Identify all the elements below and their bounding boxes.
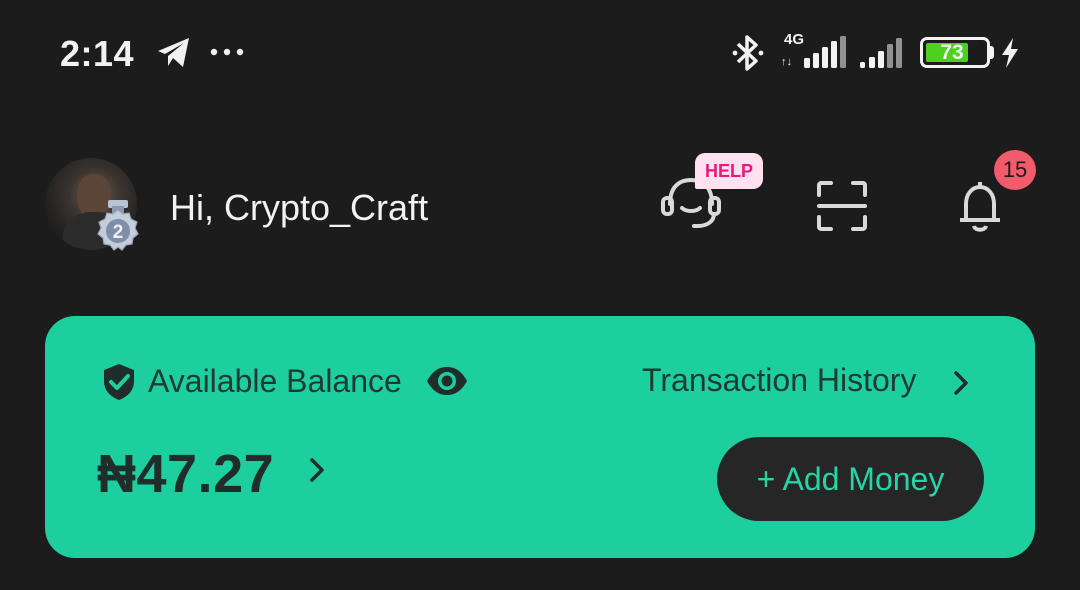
chevron-right-icon[interactable]	[951, 370, 971, 396]
signal-icon	[804, 36, 846, 68]
status-time: 2:14	[60, 33, 135, 74]
signal-icon-secondary	[860, 38, 902, 68]
battery-cap	[989, 46, 994, 59]
bell-icon	[960, 182, 1000, 232]
balance-amount[interactable]: ₦47.27	[97, 443, 274, 505]
bluetooth-icon	[732, 35, 764, 71]
rank-level: 2	[113, 222, 124, 243]
charging-icon	[1002, 38, 1018, 68]
more-dots-icon	[210, 48, 244, 56]
shield-check-icon	[104, 364, 134, 400]
toggle-balance-visibility-icon[interactable]	[426, 366, 468, 396]
help-badge[interactable]: HELP	[695, 153, 764, 189]
scan-icon	[817, 181, 867, 231]
battery-percent: 73	[940, 41, 964, 64]
add-money-button[interactable]: + Add Money	[717, 437, 984, 521]
greeting: Hi, Crypto_Craft	[170, 187, 429, 228]
transaction-history-link[interactable]: Transaction History	[642, 362, 916, 399]
notifications-button[interactable]	[956, 178, 1004, 234]
status-bar: 2:14 4G ↑↓ 73	[0, 0, 1080, 105]
balance-label: Available Balance	[148, 363, 402, 399]
chevron-right-icon[interactable]	[307, 457, 327, 483]
rank-medal-icon: 2	[97, 200, 139, 251]
scan-button[interactable]	[816, 180, 868, 232]
network-activity-arrows: ↑↓	[781, 56, 792, 68]
telegram-icon	[158, 38, 189, 67]
balance-card: Available Balance Transaction History ₦4…	[45, 316, 1035, 558]
notification-count-badge: 15	[994, 150, 1036, 190]
